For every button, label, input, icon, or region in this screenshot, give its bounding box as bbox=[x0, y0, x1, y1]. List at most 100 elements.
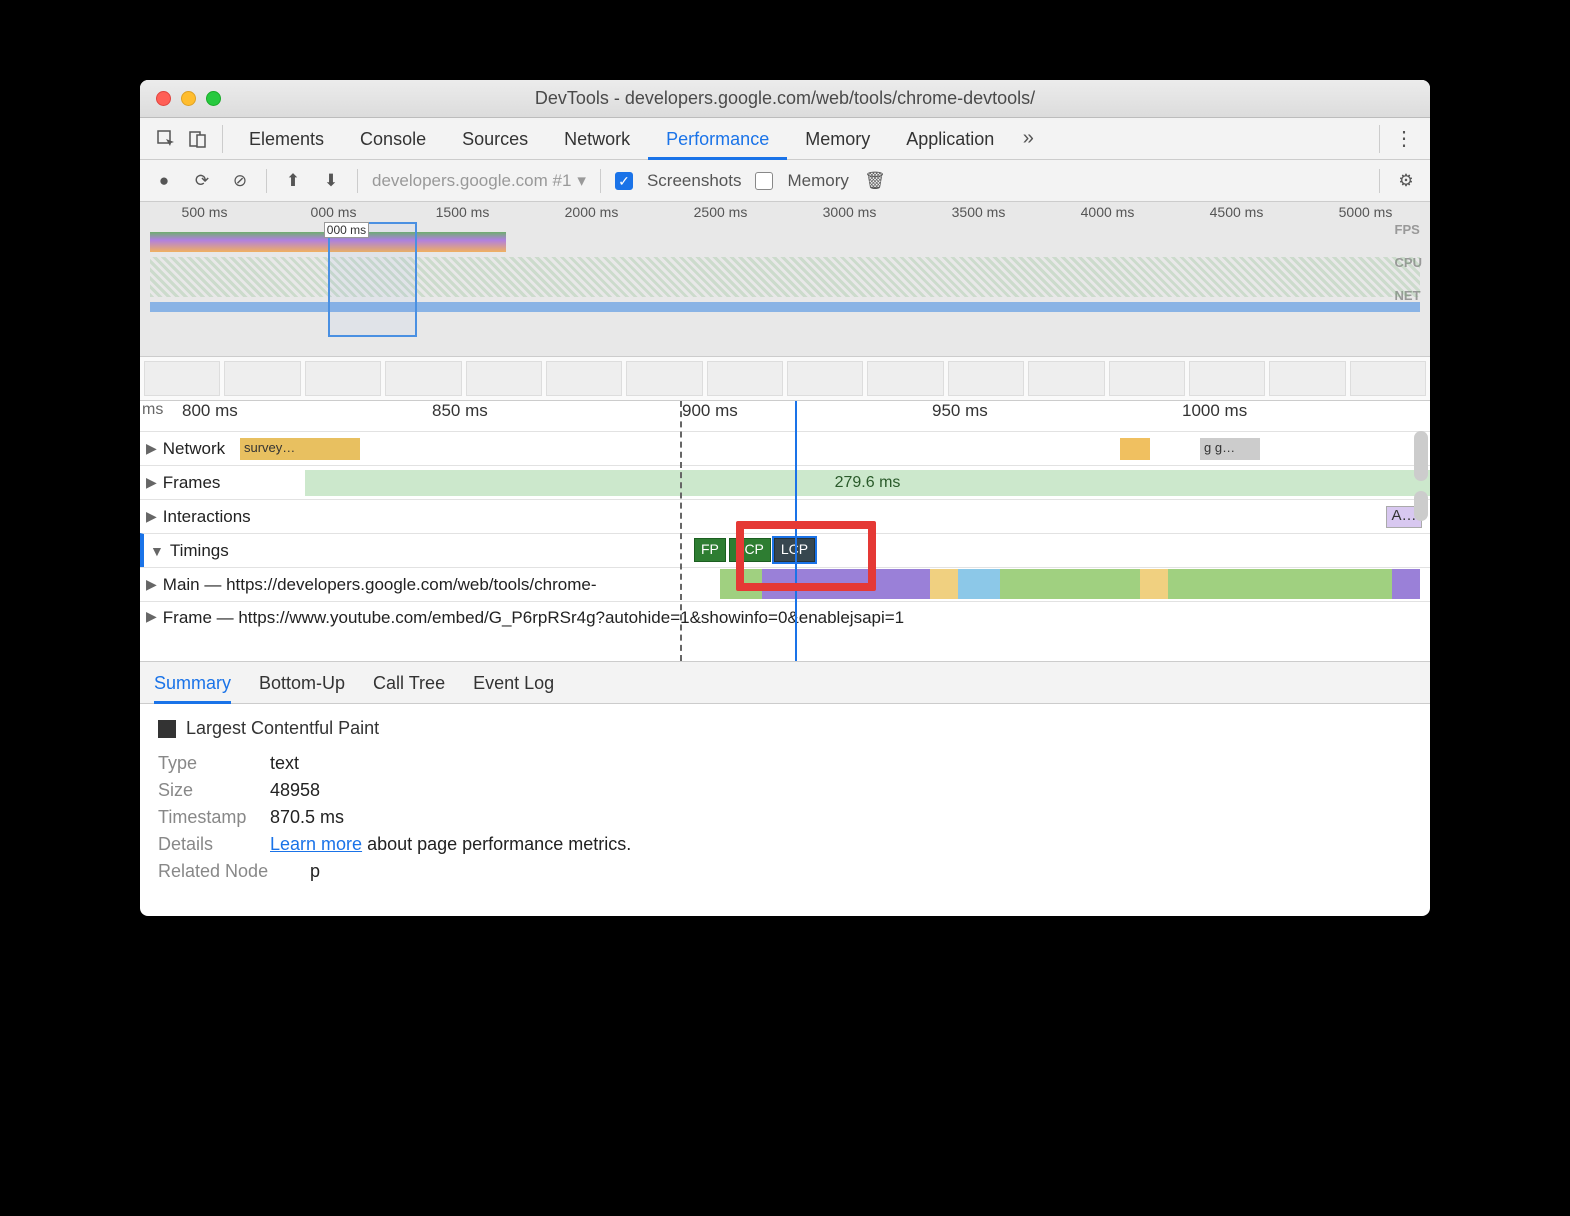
overview-panel[interactable]: 500 ms 000 ms 1500 ms 2000 ms 2500 ms 30… bbox=[140, 202, 1430, 357]
overview-body[interactable]: 000 ms bbox=[150, 222, 1420, 337]
record-icon[interactable]: ● bbox=[152, 171, 176, 191]
screenshots-checkbox[interactable] bbox=[615, 172, 633, 190]
overview-tick: 3500 ms bbox=[914, 204, 1043, 222]
interactions-track[interactable]: ▶ Interactions A… bbox=[140, 499, 1430, 533]
ruler-tick: 800 ms bbox=[180, 401, 430, 431]
expand-arrow-icon[interactable]: ▶ bbox=[146, 474, 157, 491]
screenshot-thumb[interactable] bbox=[1189, 361, 1265, 396]
screenshot-thumb[interactable] bbox=[867, 361, 943, 396]
tab-event-log[interactable]: Event Log bbox=[473, 662, 554, 704]
overview-tick: 4000 ms bbox=[1043, 204, 1172, 222]
screenshot-thumb[interactable] bbox=[1028, 361, 1104, 396]
screenshot-thumb[interactable] bbox=[385, 361, 461, 396]
overview-selection-label: 000 ms bbox=[324, 222, 369, 238]
frames-track-label: Frames bbox=[163, 473, 221, 493]
tab-performance[interactable]: Performance bbox=[648, 118, 787, 160]
tab-elements[interactable]: Elements bbox=[231, 118, 342, 160]
vertical-scrollbar[interactable] bbox=[1414, 491, 1428, 521]
playhead[interactable] bbox=[795, 401, 797, 661]
screenshot-thumb[interactable] bbox=[787, 361, 863, 396]
screenshot-thumb[interactable] bbox=[144, 361, 220, 396]
recording-label: developers.google.com #1 bbox=[372, 171, 571, 191]
summary-details-suffix: about page performance metrics. bbox=[362, 834, 631, 854]
timings-track[interactable]: ▼ Timings FP FCP LCP bbox=[140, 533, 1430, 567]
network-item[interactable]: survey… bbox=[240, 438, 360, 460]
main-track[interactable]: ▶ Main — https://developers.google.com/w… bbox=[140, 567, 1430, 601]
screenshot-thumb[interactable] bbox=[546, 361, 622, 396]
event-color-swatch bbox=[158, 720, 176, 738]
expand-arrow-icon[interactable]: ▶ bbox=[146, 508, 157, 525]
range-start-marker bbox=[680, 401, 682, 661]
device-mode-icon[interactable] bbox=[182, 123, 214, 155]
gear-icon[interactable]: ⚙︎ bbox=[1394, 171, 1418, 191]
expand-arrow-icon[interactable]: ▶ bbox=[146, 440, 157, 457]
tab-application[interactable]: Application bbox=[888, 118, 1012, 160]
window-titlebar: DevTools - developers.google.com/web/too… bbox=[140, 80, 1430, 118]
summary-key-details: Details bbox=[158, 834, 258, 855]
frame-duration-bar[interactable]: 279.6 ms bbox=[305, 470, 1430, 496]
summary-key-type: Type bbox=[158, 753, 258, 774]
interactions-track-label: Interactions bbox=[163, 507, 251, 527]
frame-track[interactable]: ▶ Frame — https://www.youtube.com/embed/… bbox=[140, 601, 1430, 661]
screenshot-thumb[interactable] bbox=[1109, 361, 1185, 396]
screenshot-thumb[interactable] bbox=[948, 361, 1024, 396]
reload-icon[interactable]: ⟳ bbox=[190, 171, 214, 191]
recording-selector[interactable]: developers.google.com #1 ▾ bbox=[372, 171, 586, 191]
ruler-tick: 900 ms bbox=[680, 401, 930, 431]
summary-val-type: text bbox=[270, 753, 299, 774]
learn-more-link[interactable]: Learn more bbox=[270, 834, 362, 854]
screenshot-thumb[interactable] bbox=[707, 361, 783, 396]
performance-toolbar: ● ⟳ ⊘ ⬆︎ ⬇︎ developers.google.com #1 ▾ S… bbox=[140, 160, 1430, 202]
screenshot-thumb[interactable] bbox=[305, 361, 381, 396]
summary-title: Largest Contentful Paint bbox=[186, 718, 379, 739]
overview-ruler: 500 ms 000 ms 1500 ms 2000 ms 2500 ms 30… bbox=[140, 202, 1430, 222]
memory-label: Memory bbox=[787, 171, 848, 191]
clear-icon[interactable]: ⊘ bbox=[228, 171, 252, 191]
network-track[interactable]: ▶ Network survey… g g… bbox=[140, 431, 1430, 465]
overview-tick: 5000 ms bbox=[1301, 204, 1430, 222]
trash-icon[interactable]: 🗑︎ bbox=[863, 171, 887, 191]
chevron-down-icon: ▾ bbox=[577, 171, 586, 191]
expand-arrow-icon[interactable]: ▶ bbox=[146, 608, 157, 625]
screenshot-thumb[interactable] bbox=[626, 361, 702, 396]
tab-network[interactable]: Network bbox=[546, 118, 648, 160]
timing-mark-fcp[interactable]: FCP bbox=[729, 538, 771, 562]
overview-tick: 2500 ms bbox=[656, 204, 785, 222]
inspect-icon[interactable] bbox=[150, 123, 182, 155]
summary-pane: Largest Contentful Paint Type text Size … bbox=[140, 704, 1430, 916]
tab-sources[interactable]: Sources bbox=[444, 118, 546, 160]
screenshot-thumb[interactable] bbox=[1269, 361, 1345, 396]
screenshot-thumb[interactable] bbox=[1350, 361, 1426, 396]
tab-call-tree[interactable]: Call Tree bbox=[373, 662, 445, 704]
save-profile-icon[interactable]: ⬇︎ bbox=[319, 171, 343, 191]
overview-tick: 4500 ms bbox=[1172, 204, 1301, 222]
timings-track-label: Timings bbox=[170, 541, 229, 561]
tab-memory[interactable]: Memory bbox=[787, 118, 888, 160]
timing-mark-fp[interactable]: FP bbox=[694, 538, 726, 562]
tab-bottom-up[interactable]: Bottom-Up bbox=[259, 662, 345, 704]
overview-tick: 1500 ms bbox=[398, 204, 527, 222]
tab-console[interactable]: Console bbox=[342, 118, 444, 160]
collapse-arrow-icon[interactable]: ▼ bbox=[150, 543, 164, 559]
overview-selection[interactable]: 000 ms bbox=[328, 222, 417, 337]
network-item[interactable]: g g… bbox=[1200, 438, 1260, 460]
summary-key-size: Size bbox=[158, 780, 258, 801]
kebab-menu-icon[interactable]: ⋮ bbox=[1388, 123, 1420, 155]
frames-track[interactable]: ▶ Frames 279.6 ms bbox=[140, 465, 1430, 499]
screenshot-thumb[interactable] bbox=[224, 361, 300, 396]
ruler-tick: 950 ms bbox=[930, 401, 1180, 431]
flamechart-panel[interactable]: ms 800 ms 850 ms 900 ms 950 ms 1000 ms ▶… bbox=[140, 401, 1430, 662]
screenshots-label: Screenshots bbox=[647, 171, 742, 191]
filmstrip[interactable] bbox=[140, 357, 1430, 401]
window-title: DevTools - developers.google.com/web/too… bbox=[140, 88, 1430, 109]
tab-summary[interactable]: Summary bbox=[154, 662, 231, 704]
screenshot-thumb[interactable] bbox=[466, 361, 542, 396]
devtools-tabstrip: Elements Console Sources Network Perform… bbox=[140, 118, 1430, 160]
frame-track-label: Frame — https://www.youtube.com/embed/G_… bbox=[163, 608, 904, 628]
memory-checkbox[interactable] bbox=[755, 172, 773, 190]
overview-tick: 3000 ms bbox=[785, 204, 914, 222]
load-profile-icon[interactable]: ⬆︎ bbox=[281, 171, 305, 191]
vertical-scrollbar[interactable] bbox=[1414, 431, 1428, 481]
overflow-tabs-icon[interactable]: » bbox=[1012, 123, 1044, 155]
summary-val-related: p bbox=[310, 861, 320, 882]
